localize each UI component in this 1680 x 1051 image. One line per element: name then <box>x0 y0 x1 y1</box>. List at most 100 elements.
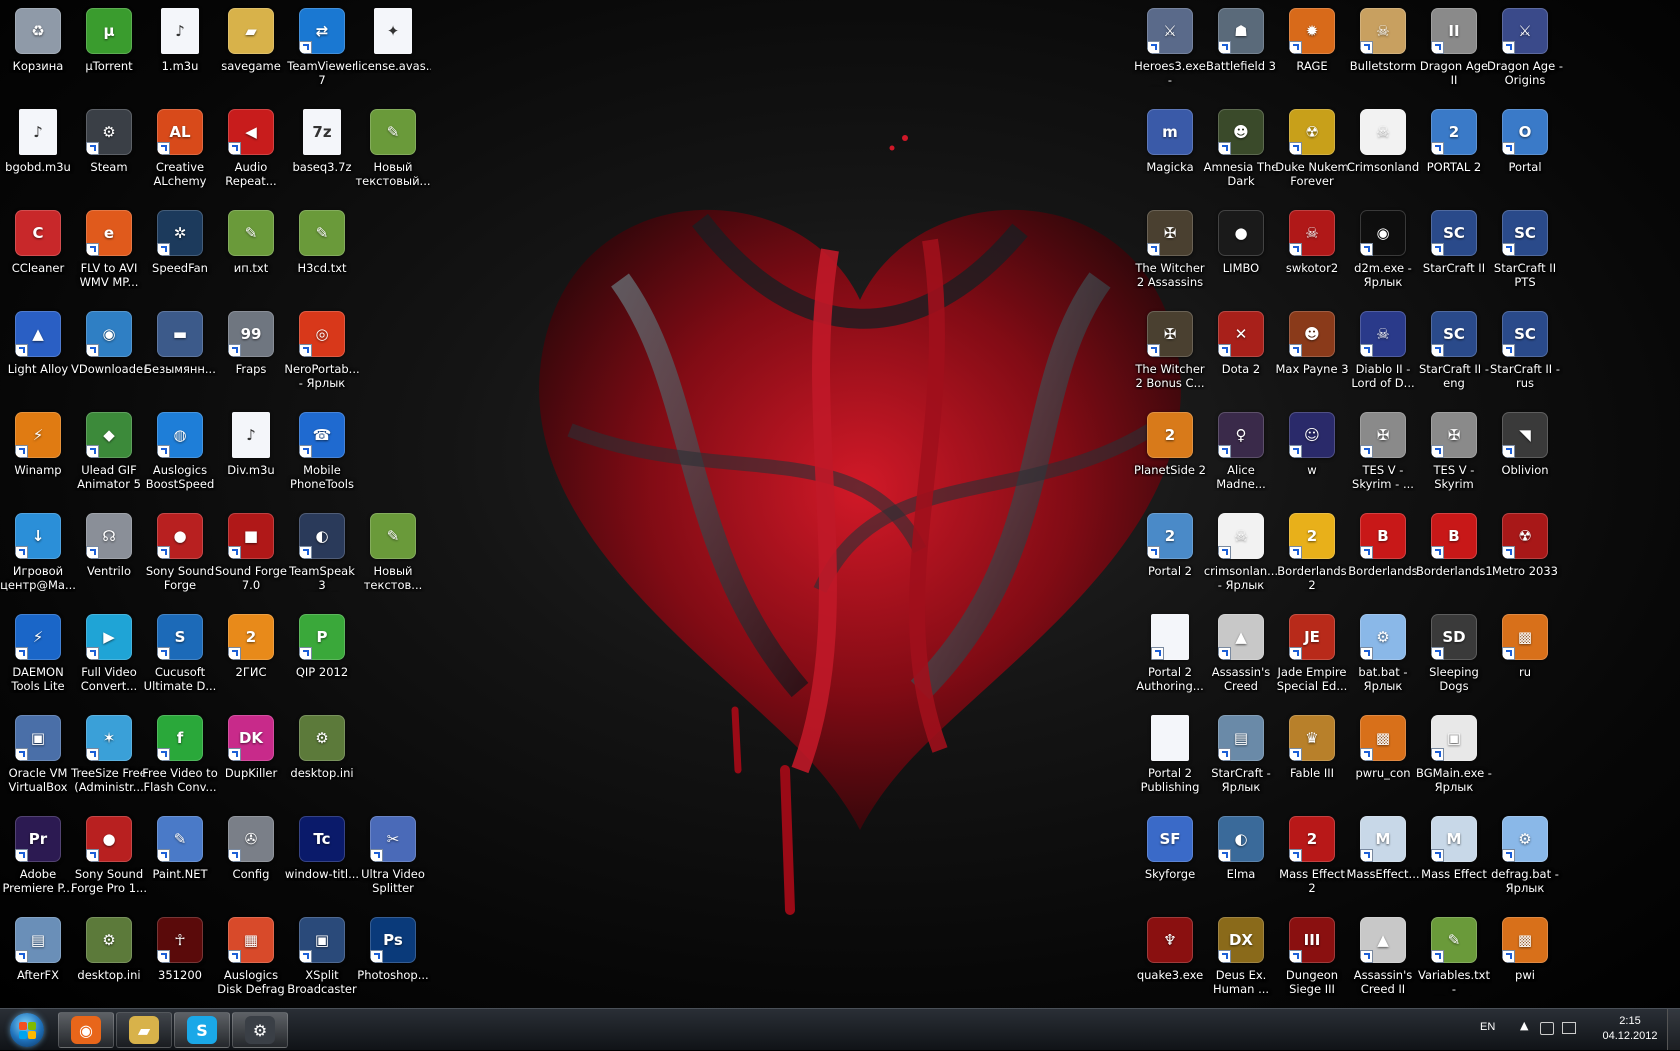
desktop-icon-dupkiller[interactable]: DK DupKiller <box>213 709 289 810</box>
desktop-icon-crimsonlan[interactable]: ☠ crimsonlan... - Ярлык <box>1203 507 1279 608</box>
desktop-icon-1-m3u[interactable]: ♪ 1.m3u <box>142 2 218 103</box>
show-hidden-icons-button[interactable]: ▲ <box>1520 1019 1528 1032</box>
desktop-icon-cucusoft[interactable]: S Cucusoft Ultimate D... <box>142 608 218 709</box>
desktop-icon-savegame[interactable]: ▰ savegame <box>213 2 289 103</box>
desktop-icon-dragon-age[interactable]: ⚔ Dragon Age - Origins <box>1487 2 1563 103</box>
desktop-icon-assassin-s[interactable]: ▲ Assassin's Creed <box>1203 608 1279 709</box>
desktop-icon-deus-ex[interactable]: DX Deus Ex. Human ... <box>1203 911 1279 1008</box>
desktop-icon-auslogics[interactable]: ▦ Auslogics Disk Defrag <box>213 911 289 1008</box>
desktop-icon-mass-effect-2[interactable]: 2 Mass Effect 2 <box>1274 810 1350 911</box>
desktop-icon-безымянн[interactable]: ▬ Безымянн... <box>142 305 218 406</box>
desktop[interactable]: ♻ Корзина ♪ bgobd.m3u C CCleaner ▲ Light Alloy ⚡… <box>0 0 1680 1008</box>
desktop-icon-paint-net[interactable]: ✎ Paint.NET <box>142 810 218 911</box>
desktop-icon-alice[interactable]: ♀ Alice Madne... <box>1203 406 1279 507</box>
desktop-icon-sleeping[interactable]: SD Sleeping Dogs <box>1416 608 1492 709</box>
desktop-icon-pwi[interactable]: ▩ pwi <box>1487 911 1563 1008</box>
desktop-icon-borderlands1[interactable]: B Borderlands1 <box>1416 507 1492 608</box>
desktop-icon-jade-empire[interactable]: JE Jade Empire Special Ed... <box>1274 608 1350 709</box>
desktop-icon-audio[interactable]: ◀ Audio Repeat... <box>213 103 289 204</box>
language-indicator[interactable]: EN <box>1480 1021 1495 1033</box>
desktop-icon-sony-sound[interactable]: ● Sony Sound Forge <box>142 507 218 608</box>
desktop-icon-игровой[interactable]: ↓ Игровой центр@Ma... <box>0 507 76 608</box>
desktop-icon-license-avas[interactable]: ✦ license.avas... <box>355 2 431 103</box>
desktop-icon-w[interactable]: ☺ w <box>1274 406 1350 507</box>
desktop-icon-planetside-2[interactable]: 2 PlanetSide 2 <box>1132 406 1208 507</box>
desktop-icon-desktop-ini[interactable]: ⚙ desktop.ini <box>284 709 360 810</box>
desktop-icon-bgmain-exe[interactable]: ▣ BGMain.exe - Ярлык <box>1416 709 1492 810</box>
desktop-icon-elma[interactable]: ◐ Elma <box>1203 810 1279 911</box>
desktop-icon-crimsonland[interactable]: ☠ Crimsonland <box>1345 103 1421 204</box>
taskbar-button-steam[interactable]: ⚙ <box>232 1012 288 1048</box>
desktop-icon-fraps[interactable]: 99 Fraps <box>213 305 289 406</box>
desktop-icon-assassin-s[interactable]: ▲ Assassin's Creed II <box>1345 911 1421 1008</box>
desktop-icon-sound-forge[interactable]: ■ Sound Forge 7.0 <box>213 507 289 608</box>
desktop-icon-oracle-vm[interactable]: ▣ Oracle VM VirtualBox <box>0 709 76 810</box>
taskbar-button-firefox[interactable]: ◉ <box>58 1012 114 1048</box>
desktop-icon-starcraft[interactable]: ▤ StarCraft - Ярлык <box>1203 709 1279 810</box>
desktop-icon-baseq3-7z[interactable]: 7z baseq3.7z <box>284 103 360 204</box>
desktop-icon-portal[interactable]: O Portal <box>1487 103 1563 204</box>
desktop-icon-ru[interactable]: ▩ ru <box>1487 608 1563 709</box>
desktop-icon-2гис[interactable]: 2 2ГИС <box>213 608 289 709</box>
desktop-icon-tes-v[interactable]: ✠ TES V - Skyrim - ... <box>1345 406 1421 507</box>
desktop-icon-battlefield-3[interactable]: ☗ Battlefield 3 <box>1203 2 1279 103</box>
desktop-icon-swkotor2[interactable]: ☠ swkotor2 <box>1274 204 1350 305</box>
taskbar-button-explorer[interactable]: ▰ <box>116 1012 172 1048</box>
desktop-icon-h3cd-txt[interactable]: ✎ H3cd.txt <box>284 204 360 305</box>
desktop-icon-the-witcher[interactable]: ✠ The Witcher 2 Bonus C... <box>1132 305 1208 406</box>
desktop-icon-skyforge[interactable]: SF Skyforge <box>1132 810 1208 911</box>
desktop-icon-diablo-ii[interactable]: ☠ Diablo II - Lord of D... <box>1345 305 1421 406</box>
desktop-icon-defrag-bat[interactable]: ⚙ defrag.bat - Ярлык <box>1487 810 1563 911</box>
desktop-icon-light-alloy[interactable]: ▲ Light Alloy <box>0 305 76 406</box>
desktop-icon-ип-txt[interactable]: ✎ ип.txt <box>213 204 289 305</box>
desktop-icon-limbo[interactable]: ● LIMBO <box>1203 204 1279 305</box>
desktop-icon-daemon[interactable]: ⚡ DAEMON Tools Lite <box>0 608 76 709</box>
desktop-icon-starcraft-ii[interactable]: SC StarCraft II - eng <box>1416 305 1492 406</box>
desktop-icon-корзина[interactable]: ♻ Корзина <box>0 2 76 103</box>
desktop-icon-the-witcher[interactable]: ✠ The Witcher 2 Assassins ... <box>1132 204 1208 305</box>
desktop-icon-magicka[interactable]: m Magicka <box>1132 103 1208 204</box>
desktop-icon-portal-2[interactable]: Portal 2 Publishing Tool <box>1132 709 1208 810</box>
desktop-icon-dota-2[interactable]: ✕ Dota 2 <box>1203 305 1279 406</box>
desktop-icon-dungeon[interactable]: III Dungeon Siege III <box>1274 911 1350 1008</box>
desktop-icon-dragon-age-ii[interactable]: II Dragon Age II <box>1416 2 1492 103</box>
desktop-icon-photoshop[interactable]: Ps Photoshop... <box>355 911 431 1008</box>
desktop-icon-flv-to-avi[interactable]: e FLV to AVI WMV MP... <box>71 204 147 305</box>
desktop-icon-ventrilo[interactable]: ☊ Ventrilo <box>71 507 147 608</box>
desktop-icon-metro-2033[interactable]: ☢ Metro 2033 <box>1487 507 1563 608</box>
desktop-icon-afterfx[interactable]: ▤ AfterFX <box>0 911 76 1008</box>
desktop-icon-free-video-to[interactable]: f Free Video to Flash Conv... <box>142 709 218 810</box>
desktop-icon-window-titl[interactable]: Tc window-titl... <box>284 810 360 911</box>
desktop-icon-heroes3-exe[interactable]: ⚔ Heroes3.exe - Ярлык <box>1132 2 1208 103</box>
desktop-icon-xsplit[interactable]: ▣ XSplit Broadcaster <box>284 911 360 1008</box>
desktop-icon-borderlands[interactable]: B Borderlands <box>1345 507 1421 608</box>
desktop-icon-adobe[interactable]: Pr Adobe Premiere P... <box>0 810 76 911</box>
desktop-icon-новый[interactable]: ✎ Новый текстовый... <box>355 103 431 204</box>
desktop-icon-config[interactable]: ✇ Config <box>213 810 289 911</box>
desktop-icon-duke-nukem[interactable]: ☢ Duke Nukem Forever <box>1274 103 1350 204</box>
desktop-icon-masseffect[interactable]: M MassEffect... <box>1345 810 1421 911</box>
action-center-icon[interactable] <box>1540 1022 1554 1035</box>
desktop-icon-amnesia-the[interactable]: ☻ Amnesia The Dark Descent <box>1203 103 1279 204</box>
show-desktop-button[interactable] <box>1667 1009 1680 1050</box>
desktop-icon-351200[interactable]: ☥ 351200 <box>142 911 218 1008</box>
desktop-icon-torrent[interactable]: µ µTorrent <box>71 2 147 103</box>
clock[interactable]: 2:15 04.12.2012 <box>1595 1014 1665 1044</box>
desktop-icon-rage[interactable]: ✹ RAGE <box>1274 2 1350 103</box>
desktop-icon-div-m3u[interactable]: ♪ Div.m3u <box>213 406 289 507</box>
desktop-icon-bat-bat[interactable]: ⚙ bat.bat - Ярлык <box>1345 608 1421 709</box>
desktop-icon-ccleaner[interactable]: C CCleaner <box>0 204 76 305</box>
start-button[interactable] <box>4 1010 50 1050</box>
desktop-icon-bulletstorm[interactable]: ☠ Bulletstorm <box>1345 2 1421 103</box>
desktop-icon-fable-iii[interactable]: ♛ Fable III <box>1274 709 1350 810</box>
network-icon[interactable] <box>1562 1022 1576 1034</box>
desktop-icon-full-video[interactable]: ▶ Full Video Convert... <box>71 608 147 709</box>
desktop-icon-pwru-con[interactable]: ▩ pwru_con <box>1345 709 1421 810</box>
desktop-icon-sony-sound[interactable]: ● Sony Sound Forge Pro 1... <box>71 810 147 911</box>
desktop-icon-portal-2[interactable]: Portal 2 Authoring... <box>1132 608 1208 709</box>
desktop-icon-max-payne-3[interactable]: ☻ Max Payne 3 <box>1274 305 1350 406</box>
desktop-icon-steam[interactable]: ⚙ Steam <box>71 103 147 204</box>
desktop-icon-treesize-free[interactable]: ✶ TreeSize Free (Administr... <box>71 709 147 810</box>
desktop-icon-portal-2[interactable]: 2 Portal 2 <box>1132 507 1208 608</box>
desktop-icon-teamviewer[interactable]: ⇄ TeamViewer 7 <box>284 2 360 103</box>
